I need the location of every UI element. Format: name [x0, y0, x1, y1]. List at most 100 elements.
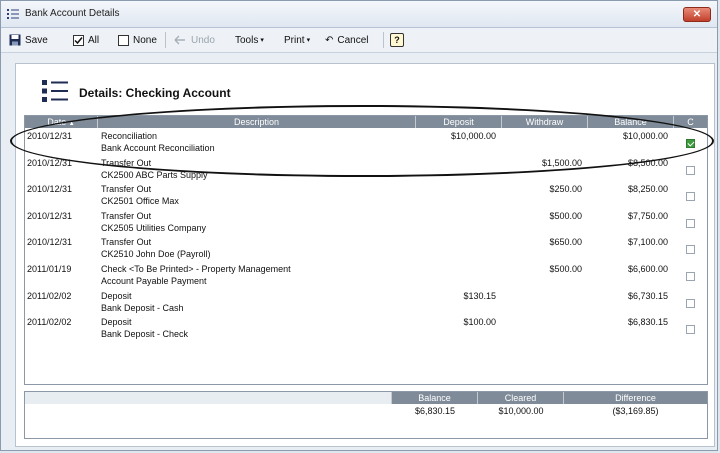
cleared-checkbox[interactable]: [686, 325, 695, 335]
memo-cell: Bank Account Reconciliation: [101, 143, 215, 153]
date-cell: 2010/12/31: [27, 131, 73, 141]
column-header-description[interactable]: Description: [98, 116, 416, 128]
description-cell: Transfer Out: [101, 237, 152, 248]
table-row[interactable]: 2010/12/31 Transfer Out CK2500 ABC Parts S…: [25, 157, 707, 184]
description-cell: Check <To Be Printed> - Property Managem…: [101, 264, 291, 274]
bank-account-details-window: Bank Account Details ✕ Save All None Und…: [0, 0, 718, 451]
content-panel: Details: Checking Account Date ▲ Descrip…: [10, 63, 715, 447]
summary-spacer: [25, 392, 392, 404]
table-row[interactable]: 2010/12/31 Transfer Out CK2510 John Doe (P…: [25, 236, 707, 263]
column-header-date[interactable]: Date ▲: [25, 116, 98, 128]
memo-cell: CK2501 Office Max: [101, 196, 179, 207]
cleared-checkbox[interactable]: [686, 192, 695, 202]
transactions-grid: Date ▲ Description Deposit Withdraw Bala…: [24, 115, 708, 385]
description-cell: Deposit: [101, 317, 132, 328]
memo-cell: Bank Deposit - Cash: [101, 302, 184, 313]
date-cell: 2011/01/19: [27, 264, 72, 274]
title-bar: Bank Account Details ✕: [1, 1, 717, 28]
cleared-checkbox[interactable]: [686, 245, 695, 255]
floppy-disk-icon: [9, 34, 21, 46]
table-row[interactable]: 2010/12/31 Transfer Out CK2501 Office Max $…: [25, 183, 707, 210]
undo-icon: [174, 35, 185, 45]
withdraw-cell: $500.00: [549, 210, 582, 221]
balance-cell: $7,750.00: [627, 210, 668, 221]
column-header-balance[interactable]: Balance: [588, 116, 674, 128]
tools-menu-button[interactable]: Tools ▾: [235, 32, 264, 48]
deposit-cell: $100.00: [463, 317, 496, 328]
cleared-checkbox[interactable]: [686, 272, 695, 281]
description-cell: Deposit: [101, 290, 132, 301]
tools-label: Tools: [235, 34, 259, 46]
summary-header-balance: Balance: [392, 392, 478, 404]
deposit-cell: $10,000.00: [450, 131, 496, 141]
summary-balance-value: $6,830.15: [414, 406, 456, 416]
summary-panel: Balance Cleared Difference $6,830.15 $10…: [24, 391, 708, 439]
date-cell: 2010/12/31: [27, 184, 73, 195]
column-header-withdraw[interactable]: Withdraw: [502, 116, 588, 128]
balance-cell: $10,000.00: [622, 131, 668, 141]
cleared-checkbox[interactable]: [686, 165, 695, 175]
withdraw-cell: $650.00: [549, 237, 582, 248]
details-list-icon: [42, 80, 68, 102]
balance-cell: $6,600.00: [627, 264, 668, 274]
page-title: Details: Checking Account: [79, 86, 231, 100]
date-cell: 2010/12/31: [27, 210, 73, 221]
summary-header-cleared: Cleared: [478, 392, 564, 404]
select-all-button[interactable]: All: [73, 32, 99, 48]
table-row[interactable]: 2010/12/31 Transfer Out CK2505 Utilities C…: [25, 210, 707, 237]
window-title: Bank Account Details: [25, 8, 120, 19]
grid-header: Date ▲ Description Deposit Withdraw Bala…: [25, 116, 707, 128]
column-header-deposit[interactable]: Deposit: [416, 116, 502, 128]
date-cell: 2011/02/02: [27, 290, 72, 301]
details-header: Details: Checking Account: [16, 64, 714, 114]
table-row[interactable]: 2010/12/31 Reconciliation Bank Account Rec…: [25, 130, 707, 157]
balance-cell: $6,830.15: [627, 317, 668, 328]
cancel-arrow-icon: ↶: [325, 34, 334, 46]
table-row[interactable]: 2011/02/02 Deposit Bank Deposit - Cash $130…: [25, 290, 707, 317]
print-menu-button[interactable]: Print ▾: [284, 32, 310, 48]
help-button[interactable]: ?: [390, 32, 404, 48]
table-row[interactable]: 2011/01/19 Check <To Be Printed> - Proper…: [25, 263, 707, 290]
memo-cell: Account Payable Payment: [101, 276, 207, 286]
balance-cell: $8,250.00: [627, 184, 668, 195]
save-label: Save: [25, 34, 48, 46]
none-label: None: [133, 34, 157, 46]
withdraw-cell: $250.00: [549, 184, 582, 195]
cleared-checkbox[interactable]: [686, 139, 695, 148]
cleared-checkbox[interactable]: [686, 218, 695, 228]
all-label: All: [88, 34, 100, 46]
balance-cell: $6,730.15: [627, 290, 668, 301]
dropdown-arrow-icon: ▾: [260, 37, 264, 44]
description-cell: Reconciliation: [101, 131, 158, 141]
memo-cell: CK2505 Utilities Company: [101, 222, 207, 233]
checked-box-icon: [73, 34, 84, 46]
cleared-checkbox[interactable]: [686, 298, 695, 308]
date-cell: 2011/02/02: [27, 317, 72, 328]
date-cell: 2010/12/31: [27, 237, 73, 248]
select-none-button[interactable]: None: [118, 32, 157, 48]
dropdown-arrow-icon: ▾: [306, 37, 311, 44]
empty-box-icon: [118, 34, 129, 46]
close-button[interactable]: ✕: [683, 7, 711, 22]
print-label: Print: [284, 34, 305, 46]
undo-label: Undo: [191, 34, 215, 46]
deposit-cell: $130.15: [463, 290, 496, 301]
summary-cleared-value: $10,000.00: [498, 406, 544, 416]
memo-cell: CK2510 John Doe (Payroll): [101, 249, 211, 260]
summary-difference-value: ($3,169.85): [612, 406, 659, 416]
undo-button[interactable]: Undo: [173, 32, 215, 48]
description-cell: Transfer Out: [101, 210, 152, 221]
cancel-label: Cancel: [337, 34, 369, 46]
cancel-button[interactable]: ↶ Cancel: [325, 32, 369, 48]
summary-header-difference: Difference: [564, 392, 707, 404]
sort-arrow-icon: ▲: [68, 121, 75, 127]
column-header-cleared[interactable]: C: [674, 116, 707, 128]
description-cell: Transfer Out: [101, 184, 152, 195]
balance-cell: $8,500.00: [627, 157, 668, 168]
table-row[interactable]: 2011/02/02 Deposit Bank Deposit - Check $10…: [25, 316, 707, 343]
save-button[interactable]: Save: [9, 32, 48, 48]
close-icon: ✕: [692, 9, 702, 20]
toolbar-divider: [165, 32, 166, 48]
description-cell: Transfer Out: [101, 157, 152, 168]
memo-cell: Bank Deposit - Check: [101, 329, 189, 340]
